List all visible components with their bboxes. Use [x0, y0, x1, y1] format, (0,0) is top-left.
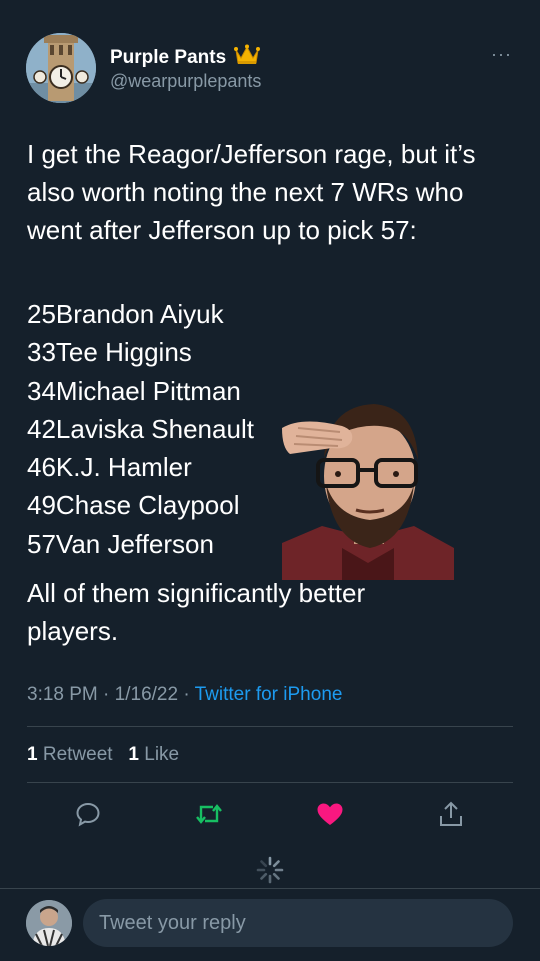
meta-separator: · [103, 684, 110, 705]
like-label: Like [144, 744, 180, 765]
clock-tower-image [26, 33, 96, 103]
retweet-button[interactable] [193, 798, 225, 830]
crown-icon [234, 44, 261, 71]
author-display-name[interactable]: Purple Pants [110, 47, 226, 69]
author-name-row[interactable]: Purple Pants [110, 44, 261, 71]
retweet-label: Retweet [42, 744, 113, 765]
heart-icon [317, 803, 343, 825]
person-sticker-image [282, 398, 454, 580]
share-icon [440, 801, 462, 826]
author-handle[interactable]: @wearpurplepants [110, 71, 261, 92]
like-button[interactable] [314, 798, 346, 830]
current-user-avatar[interactable] [26, 900, 72, 946]
pick-item: 42Laviska Shenault [27, 413, 254, 444]
like-stat[interactable]: 1 Like [128, 744, 179, 765]
retweet-count: 1 [27, 744, 38, 765]
reply-icon [76, 802, 100, 827]
tweet-time: 3:18 PM [27, 684, 98, 705]
tweet-closing-text: All of them significantly better players… [27, 578, 366, 646]
pick-item: 25Brandon Aiyuk [27, 299, 224, 329]
tweet-source-link[interactable]: Twitter for iPhone [195, 684, 343, 705]
tweet-action-bar [0, 798, 540, 830]
divider [27, 782, 513, 783]
pick-list: 25Brandon Aiyuk 33Tee Higgins 34Michael … [27, 295, 254, 563]
retweet-icon [196, 804, 222, 824]
loading-spinner-icon [256, 856, 284, 884]
pick-item: 49Chase Claypool [27, 490, 240, 521]
tweet-meta: 3:18 PM · 1/16/22 · Twitter for iPhone [27, 684, 342, 706]
divider [27, 726, 513, 727]
tweet-date: 1/16/22 [114, 684, 179, 705]
reply-input[interactable] [83, 899, 513, 947]
share-button[interactable] [435, 798, 467, 830]
tweet-text: I get the Reagor/Jefferson rage, but it’… [27, 139, 476, 245]
pick-item: 34Michael Pittman [27, 375, 241, 406]
more-options-icon[interactable]: ··· [491, 44, 512, 65]
meta-separator: · [183, 684, 190, 705]
tweet-stats: 1 Retweet 1 Like [27, 744, 179, 766]
pick-item: 46K.J. Hamler [27, 452, 192, 483]
like-count: 1 [128, 744, 139, 765]
tweet-body: I get the Reagor/Jefferson rage, but it’… [27, 135, 507, 249]
author-avatar[interactable] [26, 33, 96, 103]
reply-bar [0, 888, 540, 961]
reply-button[interactable] [72, 798, 104, 830]
retweet-stat[interactable]: 1 Retweet [27, 744, 113, 765]
pick-item: 33Tee Higgins [27, 337, 192, 368]
pick-item: 57Van Jefferson [27, 528, 214, 559]
